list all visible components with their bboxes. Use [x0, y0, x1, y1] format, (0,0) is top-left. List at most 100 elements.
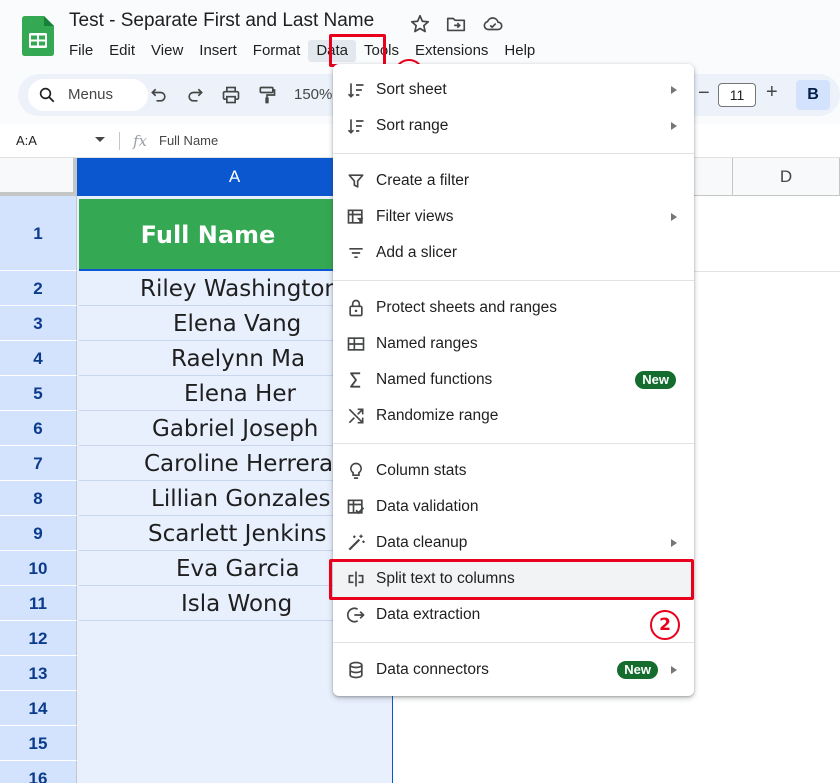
print-icon[interactable] — [221, 85, 241, 105]
menu-item-label: Data validation — [376, 498, 479, 515]
star-icon[interactable] — [409, 13, 431, 35]
new-badge: New — [617, 661, 658, 679]
data-menu-dropdown: Sort sheet Sort range Create a filter Fi… — [333, 64, 694, 696]
row-header[interactable]: 15 — [0, 726, 77, 761]
row-header[interactable]: 9 — [0, 516, 77, 551]
google-sheets-logo[interactable] — [22, 16, 54, 56]
menu-divider — [333, 443, 694, 444]
menu-item-label: Protect sheets and ranges — [376, 299, 557, 316]
row-header[interactable]: 13 — [0, 656, 77, 691]
row-header[interactable]: 11 — [0, 586, 77, 621]
menu-item-label: Sort range — [376, 117, 449, 134]
menu-item-protect-sheets[interactable]: Protect sheets and ranges — [333, 290, 694, 326]
extract-icon — [347, 607, 365, 623]
redo-icon[interactable] — [185, 85, 205, 105]
lightbulb-icon — [350, 462, 362, 479]
menu-item-randomize-range[interactable]: Randomize range — [333, 398, 694, 434]
menu-item-label: Data cleanup — [376, 534, 468, 551]
menu-item-named-ranges[interactable]: Named ranges — [333, 326, 694, 362]
lock-icon — [349, 299, 363, 317]
menu-item-label: Data connectors — [376, 661, 489, 678]
row-header[interactable]: 7 — [0, 446, 77, 481]
magic-wand-icon — [348, 534, 365, 551]
row-header[interactable]: 5 — [0, 376, 77, 411]
menu-insert[interactable]: Insert — [191, 40, 245, 62]
search-menus-button[interactable]: Menus — [28, 79, 148, 111]
row-header[interactable]: 16 — [0, 761, 77, 783]
menu-item-filter-views[interactable]: Filter views — [333, 199, 694, 235]
menu-file[interactable]: File — [61, 40, 101, 62]
document-title[interactable]: Test - Separate First and Last Name — [69, 10, 374, 32]
step-2-marker: 2 — [650, 610, 680, 640]
menu-item-add-slicer[interactable]: Add a slicer — [333, 235, 694, 271]
menu-item-data-connectors[interactable]: Data connectors New — [333, 652, 694, 688]
submenu-arrow-icon — [671, 539, 677, 547]
data-menu-highlight — [329, 34, 386, 67]
menu-divider — [333, 642, 694, 643]
undo-icon[interactable] — [149, 85, 169, 105]
menu-item-create-filter[interactable]: Create a filter — [333, 163, 694, 199]
filter-icon — [348, 174, 364, 188]
decrease-font-size-button[interactable]: − — [698, 82, 710, 105]
bold-button[interactable]: B — [796, 80, 830, 110]
slicer-icon — [349, 248, 363, 258]
menu-item-label: Sort sheet — [376, 81, 447, 98]
formula-bar-divider — [119, 132, 120, 150]
filter-views-icon — [347, 209, 364, 224]
fx-icon: fx — [133, 132, 148, 150]
menu-item-data-validation[interactable]: Data validation — [333, 489, 694, 525]
menu-item-sort-sheet[interactable]: Sort sheet — [333, 72, 694, 108]
menu-item-label: Create a filter — [376, 172, 470, 189]
menu-item-label: Filter views — [376, 208, 454, 225]
search-icon — [39, 87, 55, 103]
sheets-app: Test - Separate First and Last Name File… — [0, 0, 840, 783]
submenu-arrow-icon — [671, 666, 677, 674]
menu-edit[interactable]: Edit — [101, 40, 143, 62]
menu-help[interactable]: Help — [496, 40, 543, 62]
sort-icon — [347, 83, 364, 98]
row-header[interactable]: 14 — [0, 691, 77, 726]
row-header[interactable]: 12 — [0, 621, 77, 656]
font-size-input[interactable]: 11 — [718, 83, 756, 107]
menu-item-label: Add a slicer — [376, 244, 457, 261]
move-folder-icon[interactable] — [445, 13, 467, 35]
menu-view[interactable]: View — [143, 40, 191, 62]
menu-item-label: Named functions — [376, 371, 493, 388]
menu-item-data-extraction[interactable]: Data extraction — [333, 597, 694, 633]
menu-item-column-stats[interactable]: Column stats — [333, 453, 694, 489]
menu-item-data-cleanup[interactable]: Data cleanup — [333, 525, 694, 561]
row-header[interactable]: 1 — [0, 196, 77, 271]
database-icon — [349, 661, 363, 679]
menu-item-sort-range[interactable]: Sort range — [333, 108, 694, 144]
zoom-select[interactable]: 150% — [294, 86, 332, 103]
menu-extensions[interactable]: Extensions — [407, 40, 496, 62]
row-header[interactable]: 3 — [0, 306, 77, 341]
name-box-dropdown-icon[interactable] — [95, 137, 105, 142]
row-header[interactable]: 8 — [0, 481, 77, 516]
menu-format[interactable]: Format — [245, 40, 309, 62]
row-header[interactable]: 10 — [0, 551, 77, 586]
row-header[interactable]: 6 — [0, 411, 77, 446]
sigma-icon — [350, 372, 361, 388]
select-all-corner[interactable] — [0, 158, 77, 196]
cloud-saved-icon[interactable] — [481, 13, 505, 35]
new-badge: New — [635, 371, 676, 389]
sort-icon — [347, 119, 364, 134]
menu-item-label: Named ranges — [376, 335, 478, 352]
submenu-arrow-icon — [671, 122, 677, 130]
header-cell-text: Full Name — [140, 221, 276, 249]
data-validation-icon — [347, 499, 365, 515]
search-menus-label: Menus — [68, 86, 114, 103]
menu-item-label: Column stats — [376, 462, 467, 479]
menu-item-named-functions[interactable]: Named functions New — [333, 362, 694, 398]
increase-font-size-button[interactable]: + — [766, 81, 778, 104]
formula-input[interactable]: Full Name — [159, 133, 218, 148]
name-box[interactable]: A:A — [16, 133, 37, 148]
row-header[interactable]: 4 — [0, 341, 77, 376]
paint-format-icon[interactable] — [257, 85, 277, 105]
row-header[interactable]: 2 — [0, 271, 77, 306]
submenu-arrow-icon — [671, 213, 677, 221]
column-header-d[interactable]: D — [733, 158, 840, 196]
split-text-highlight — [329, 559, 694, 600]
submenu-arrow-icon — [671, 86, 677, 94]
